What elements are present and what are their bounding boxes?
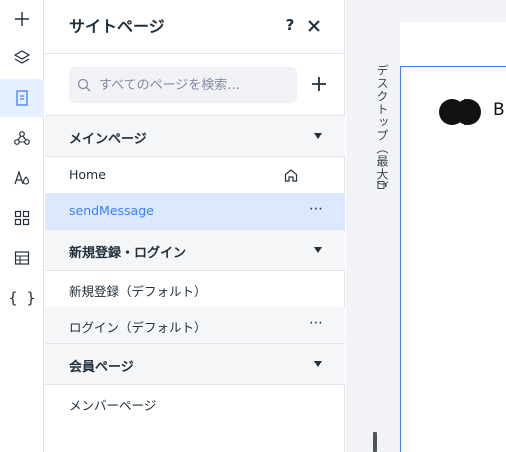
site-logo-text: B <box>493 100 505 120</box>
desktop-icon <box>377 181 387 189</box>
group-header-member-pages[interactable]: 会員ページ <box>45 343 345 385</box>
panel-title: サイトページ <box>69 17 165 36</box>
code-icon: { } <box>8 289 36 307</box>
page-label: Home <box>69 167 106 182</box>
layers-icon <box>13 50 31 64</box>
connect-icon <box>14 131 30 145</box>
close-icon[interactable] <box>304 16 324 36</box>
group-label: メインページ <box>69 132 147 147</box>
apps-icon <box>14 210 30 226</box>
page-label: メンバーページ <box>69 398 157 413</box>
pages-icon <box>16 90 28 106</box>
pages-button[interactable] <box>0 79 44 117</box>
caret-down-icon[interactable] <box>313 245 323 255</box>
page-item-home[interactable]: Home <box>45 157 345 193</box>
site-logo-icon <box>439 99 481 125</box>
add-elements-button[interactable] <box>0 0 44 38</box>
cms-button[interactable] <box>0 239 44 277</box>
group-label: 会員ページ <box>69 360 134 375</box>
page-label: 新規登録（デフォルト） <box>69 284 207 299</box>
group-header-signup-login[interactable]: 新規登録・ログイン <box>45 229 345 271</box>
caret-down-icon[interactable] <box>313 359 323 369</box>
page-label: ログイン（デフォルト） <box>69 320 207 335</box>
device-label: デスクトップ（最大） <box>375 64 389 194</box>
plus-icon <box>15 12 29 26</box>
page-item-signup[interactable]: 新規登録（デフォルト） <box>45 271 345 307</box>
search-input[interactable] <box>99 67 291 103</box>
group-header-main-pages[interactable]: メインページ <box>45 115 345 157</box>
more-options-icon[interactable]: ⋯ <box>309 201 327 219</box>
apps-button[interactable] <box>0 199 44 237</box>
left-toolbar: { } <box>0 0 44 452</box>
site-pages-panel: サイトページ ? メインページ Home sendMessage ⋯ 新規登録・… <box>45 0 345 452</box>
more-options-icon[interactable]: ⋯ <box>309 315 327 333</box>
panel-header: サイトページ ? <box>45 0 345 54</box>
resize-handle[interactable] <box>373 432 377 452</box>
add-page-icon[interactable] <box>311 76 327 92</box>
home-icon <box>284 169 298 182</box>
page-label: sendMessage <box>69 203 154 218</box>
connect-button[interactable] <box>0 119 44 157</box>
help-button[interactable]: ? <box>281 16 299 36</box>
code-button[interactable]: { } <box>0 279 44 317</box>
table-icon <box>14 251 30 265</box>
search-icon <box>77 78 91 92</box>
page-item-login[interactable]: ログイン（デフォルト） ⋯ <box>45 307 345 343</box>
page-item-member[interactable]: メンバーページ <box>45 385 345 421</box>
layers-button[interactable] <box>0 39 44 77</box>
page-item-sendmessage[interactable]: sendMessage ⋯ <box>45 193 345 229</box>
caret-down-icon[interactable] <box>313 131 323 141</box>
search-field[interactable] <box>69 67 297 103</box>
theme-button[interactable] <box>0 159 44 197</box>
theme-icon <box>14 170 30 185</box>
group-label: 新規登録・ログイン <box>69 246 187 261</box>
